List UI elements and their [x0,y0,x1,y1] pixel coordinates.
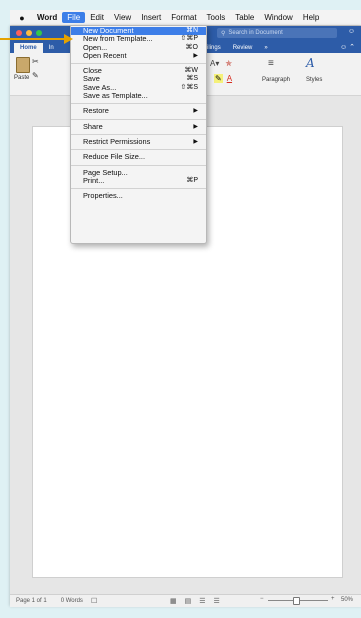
zoom-out-icon[interactable]: − [260,596,264,602]
menu-file[interactable]: File [62,12,86,23]
menu-separator [71,118,206,120]
menu-item-share[interactable]: Share ▶ [71,121,206,131]
outline-view-icon[interactable]: ☰ [199,597,205,605]
menu-help[interactable]: Help [298,12,324,23]
view-buttons: ▦ ▤ ☰ ☰ [170,597,220,605]
menu-separator [71,103,206,105]
minimize-window-icon[interactable] [26,30,32,36]
zoom-window-icon[interactable] [36,30,42,36]
menu-item-label: Share [83,121,103,131]
highlight-color-icon[interactable]: ✎ [214,74,223,83]
menu-separator [71,149,206,151]
web-layout-icon[interactable]: ▤ [185,597,192,605]
cut-icon[interactable]: ✂ [32,57,39,66]
menu-insert[interactable]: Insert [136,12,166,23]
menu-item-restore[interactable]: Restore ▶ [71,107,206,115]
menu-separator [71,188,206,190]
format-painter-icon[interactable]: ✎ [32,71,39,80]
styles-label: Styles [306,77,323,83]
draft-view-icon[interactable]: ☰ [214,597,220,605]
callout-arrow-icon [64,34,73,44]
file-menu-dropdown: New Document ⌘N New from Template... ⇧⌘P Ope… [70,25,207,244]
menu-window[interactable]: Window [259,12,297,23]
menu-item-shortcut: ⇧⌘S [180,83,198,91]
menu-tools[interactable]: Tools [202,12,231,23]
menu-item-properties[interactable]: Properties... [71,192,206,200]
tab-insert[interactable]: In [43,43,60,53]
search-input[interactable]: ⚲ Search in Document [217,28,337,38]
word-count[interactable]: 0 Words [61,598,83,604]
status-bar: Page 1 of 1 0 Words ☐ ▦ ▤ ☰ ☰ − + 50% [10,594,361,607]
zoom-level[interactable]: 50% [341,597,353,603]
paste-icon[interactable] [16,57,30,73]
menu-item-shortcut: ⌘P [186,176,198,184]
menu-item-label: Restore [83,106,109,116]
menu-separator [71,133,206,135]
tab-home[interactable]: Home [14,43,43,53]
close-window-icon[interactable] [16,30,22,36]
search-placeholder: Search in Document [228,30,283,36]
zoom-slider-knob[interactable] [293,597,300,605]
menu-item-label: Reduce File Size... [83,152,146,162]
menu-edit[interactable]: Edit [85,12,109,23]
paste-label: Paste [14,75,30,81]
submenu-arrow-icon: ▶ [193,108,198,115]
share-icon[interactable]: ☺ [348,28,355,35]
font-tools-row: A▾ ✯ [210,59,232,68]
font-color-icon[interactable]: A [227,74,232,83]
tab-review[interactable]: Review [227,43,259,53]
clear-formatting-icon[interactable]: ✯ [225,59,232,68]
font-color-row: ✎ A [214,74,232,83]
text-effects-icon[interactable]: A▾ [210,59,219,68]
proofing-icon[interactable]: ☐ [91,597,97,605]
submenu-arrow-icon: ▶ [193,52,198,59]
menu-item-label: Print... [83,175,105,185]
page-count[interactable]: Page 1 of 1 [16,598,47,604]
menu-item-reduce-file-size[interactable]: Reduce File Size... [71,153,206,161]
callout-arrow-line [0,38,70,40]
menu-item-print[interactable]: Print... ⌘P [71,175,206,185]
print-layout-icon[interactable]: ▦ [170,597,177,605]
submenu-arrow-icon: ▶ [193,138,198,145]
menu-item-shortcut: ⇧⌘P [180,35,198,43]
menu-bar: ● Word File Edit View Insert Format Tool… [10,10,361,26]
window-controls [16,30,42,36]
menu-item-restrict-permissions[interactable]: Restrict Permissions ▶ [71,136,206,146]
menu-table[interactable]: Table [230,12,259,23]
search-icon: ⚲ [221,30,226,37]
menu-item-label: Restrict Permissions [83,136,151,146]
styles-icon[interactable]: A [306,56,315,70]
menu-format[interactable]: Format [166,12,201,23]
menu-item-label: Properties... [83,191,123,201]
menu-item-open-recent[interactable]: Open Recent ▶ [71,50,206,60]
menu-item-label: Save as Template... [83,91,148,101]
menu-separator [71,164,206,166]
smiley-icon[interactable]: ☺ ⌃ [340,43,355,51]
tab-more[interactable]: » [258,43,273,53]
submenu-arrow-icon: ▶ [193,123,198,130]
menu-app-word[interactable]: Word [32,12,62,23]
menu-item-label: Open Recent [83,50,127,60]
menu-item-shortcut: ⌘O [185,43,198,51]
paragraph-label: Paragraph [262,77,291,83]
menu-item-shortcut: ⌘S [186,75,198,83]
zoom-in-icon[interactable]: + [331,596,335,602]
menu-separator [71,63,206,65]
apple-icon[interactable]: ● [16,12,28,24]
menu-item-save-as-template[interactable]: Save as Template... [71,91,206,101]
paragraph-icon[interactable]: ≡ [268,58,274,69]
menu-view[interactable]: View [109,12,136,23]
